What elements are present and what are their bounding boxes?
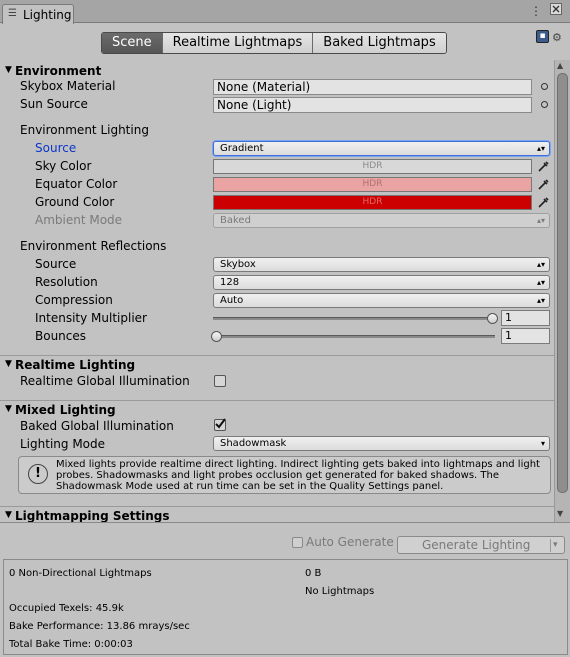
lightmap-stats-panel: 0 Non-Directional Lightmaps 0 B No Light… — [3, 559, 568, 655]
tab-scene[interactable]: Scene — [102, 33, 163, 53]
ground-color-label: Ground Color — [35, 195, 115, 209]
baked-gi-label: Baked Global Illumination — [20, 419, 174, 433]
eyedropper-icon[interactable] — [537, 196, 550, 209]
eyedropper-icon[interactable] — [537, 160, 550, 173]
dropdown-value: 128 — [220, 277, 240, 288]
foldout-open-icon: ▼ — [5, 404, 12, 414]
dropdown-arrow-icon: ▾ — [540, 439, 545, 448]
sky-color-swatch[interactable]: HDR — [213, 159, 532, 174]
env-source-dropdown[interactable]: Gradient ▴▾ — [213, 141, 550, 156]
eyedropper-icon[interactable] — [537, 178, 550, 191]
tab-realtime-lightmaps[interactable]: Realtime Lightmaps — [162, 33, 314, 53]
help-text: Mixed lights provide realtime direct lig… — [56, 459, 540, 492]
scroll-up-arrow-icon[interactable]: ▲ — [557, 61, 563, 70]
intensity-multiplier-label: Intensity Multiplier — [35, 311, 147, 325]
lighting-window-tab[interactable]: ☰ Lighting — [2, 4, 74, 24]
total-bake-time: Total Bake Time: 0:00:03 — [9, 639, 133, 650]
skybox-material-field[interactable]: None (Material) — [213, 79, 532, 95]
equator-color-label: Equator Color — [35, 177, 118, 191]
dropdown-value: Gradient — [220, 143, 264, 154]
dropdown-value: Baked — [220, 215, 251, 226]
mixed-lighting-help-box: ! Mixed lights provide realtime direct l… — [18, 456, 551, 494]
window-tab-strip — [0, 0, 570, 23]
tab-title: Lighting — [23, 8, 72, 22]
dropdown-arrow-icon[interactable]: ▾ — [553, 537, 558, 553]
sky-color-label: Sky Color — [35, 159, 92, 173]
generate-lighting-label: Generate Lighting — [422, 538, 531, 552]
section-mixed-lighting[interactable]: ▼ Mixed Lighting — [0, 400, 554, 419]
foldout-open-icon: ▼ — [5, 510, 12, 520]
equator-color-swatch[interactable]: HDR — [213, 177, 532, 192]
dropdown-value: Skybox — [220, 259, 256, 270]
mode-tab-bar: Scene Realtime Lightmaps Baked Lightmaps — [101, 32, 447, 54]
dropdown-value: Auto — [220, 295, 244, 306]
lightmap-count: 0 Non-Directional Lightmaps — [9, 568, 152, 579]
help-book-icon[interactable]: ▪ — [536, 30, 549, 43]
scroll-down-arrow-icon[interactable]: ▼ — [557, 509, 563, 518]
dropdown-arrows-icon: ▴▾ — [536, 278, 545, 287]
resolution-label: Resolution — [35, 275, 98, 289]
warning-icon: ! — [28, 464, 48, 484]
reflection-source-dropdown[interactable]: Skybox ▴▾ — [213, 257, 550, 272]
bounces-value-field[interactable]: 1 — [501, 328, 550, 344]
sun-source-field[interactable]: None (Light) — [213, 97, 532, 113]
intensity-slider-handle[interactable] — [487, 313, 498, 324]
compression-label: Compression — [35, 293, 113, 307]
compression-dropdown[interactable]: Auto ▴▾ — [213, 293, 550, 308]
reflection-source-label: Source — [35, 257, 77, 271]
lightmap-size: 0 B — [305, 568, 322, 579]
dropdown-arrows-icon: ▴▾ — [536, 144, 545, 153]
intensity-slider-track[interactable] — [213, 317, 495, 320]
realtime-gi-label: Realtime Global Illumination — [20, 374, 190, 388]
resolution-dropdown[interactable]: 128 ▴▾ — [213, 275, 550, 290]
dropdown-arrows-icon: ▴▾ — [536, 216, 545, 225]
bake-performance: Bake Performance: 13.86 mrays/sec — [9, 621, 190, 632]
section-title: Lightmapping Settings — [15, 509, 170, 522]
bounces-slider-track[interactable] — [213, 335, 495, 338]
checkmark-icon — [215, 418, 226, 429]
no-lightmaps-text: No Lightmaps — [305, 586, 375, 597]
foldout-open-icon: ▼ — [5, 359, 12, 369]
dropdown-arrows-icon: ▴▾ — [536, 296, 545, 305]
scrollbar-thumb[interactable] — [557, 73, 568, 493]
gear-icon[interactable]: ⚙ — [552, 31, 562, 44]
section-realtime-lighting[interactable]: ▼ Realtime Lighting — [0, 355, 554, 374]
baked-gi-checkbox[interactable] — [214, 418, 226, 431]
lighting-settings-panel: ▼ Environment Skybox Material None (Mate… — [0, 60, 554, 522]
object-picker-icon[interactable] — [541, 83, 548, 90]
generate-lighting-button[interactable]: Generate Lighting ▾ — [397, 536, 565, 554]
bounces-label: Bounces — [35, 329, 87, 343]
dropdown-value: Shadowmask — [220, 438, 287, 449]
section-title: Mixed Lighting — [15, 403, 116, 417]
tab-baked-lightmaps[interactable]: Baked Lightmaps — [313, 33, 446, 53]
occupied-texels: Occupied Texels: 45.9k — [9, 603, 124, 614]
window-menu-icon[interactable]: ⋮ — [530, 4, 542, 18]
foldout-open-icon: ▼ — [5, 65, 12, 75]
lighting-mode-label: Lighting Mode — [20, 437, 106, 451]
environment-reflections-heading: Environment Reflections — [20, 239, 167, 253]
intensity-value-field[interactable]: 1 — [501, 310, 550, 326]
object-picker-icon[interactable] — [541, 101, 548, 108]
lighting-mode-dropdown[interactable]: Shadowmask ▾ — [213, 436, 550, 451]
dropdown-arrows-icon: ▴▾ — [536, 260, 545, 269]
section-title: Environment — [15, 64, 102, 78]
auto-generate-label: Auto Generate — [306, 535, 394, 549]
skybox-material-label: Skybox Material — [20, 79, 116, 93]
auto-generate-checkbox[interactable] — [292, 537, 303, 548]
close-icon[interactable] — [550, 3, 562, 15]
realtime-gi-checkbox[interactable] — [214, 375, 226, 387]
section-lightmapping-settings[interactable]: ▼ Lightmapping Settings — [0, 506, 554, 522]
ambient-mode-label: Ambient Mode — [35, 213, 123, 227]
bounces-slider-handle[interactable] — [211, 331, 222, 342]
ground-color-swatch[interactable]: HDR — [213, 195, 532, 210]
button-divider — [550, 539, 551, 552]
sun-source-label: Sun Source — [20, 97, 88, 111]
environment-lighting-heading: Environment Lighting — [20, 123, 149, 137]
section-title: Realtime Lighting — [15, 358, 136, 372]
env-source-label: Source — [35, 141, 77, 155]
ambient-mode-dropdown: Baked ▴▾ — [213, 213, 550, 228]
lighting-icon: ☰ — [8, 8, 17, 19]
